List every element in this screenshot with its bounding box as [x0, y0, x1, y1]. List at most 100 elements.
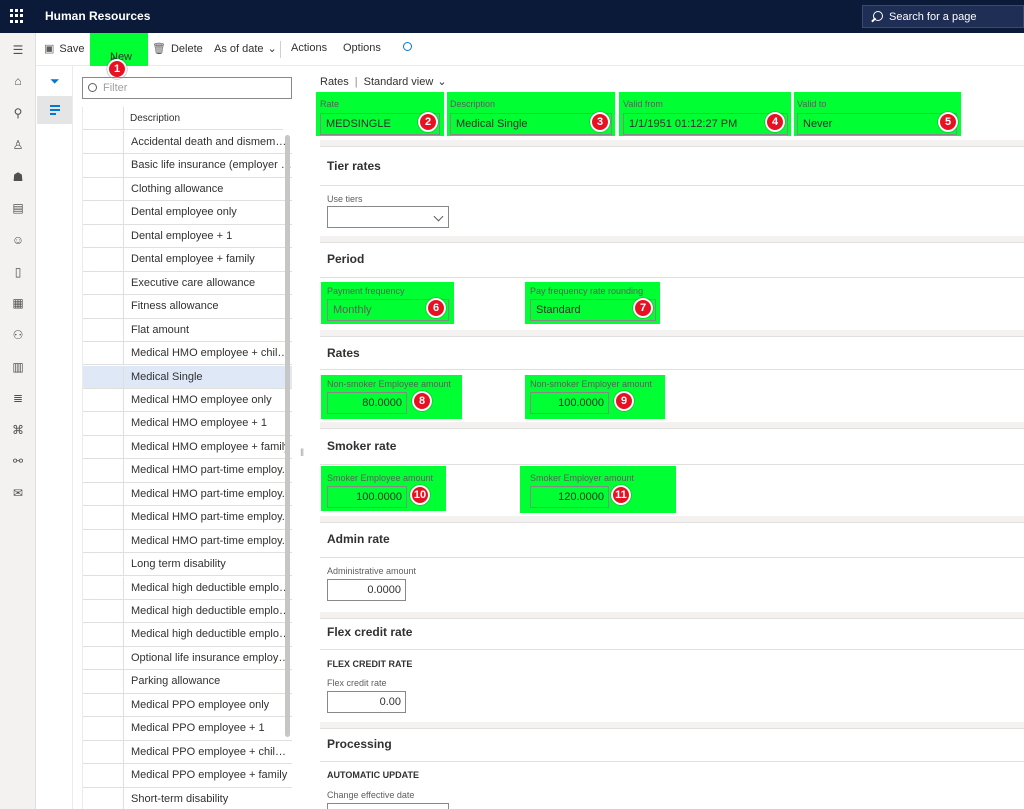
use-tiers-dropdown[interactable]	[327, 206, 449, 228]
view-selector[interactable]: Standard view	[364, 76, 434, 88]
table-row[interactable]: Medical high deductible employ...	[83, 623, 292, 647]
save-icon: ▣	[44, 43, 55, 55]
description-column-header[interactable]: Description	[123, 107, 283, 130]
table-row[interactable]: Parking allowance	[83, 670, 292, 694]
table-row[interactable]: Medical HMO employee + child...	[83, 342, 292, 366]
table-row[interactable]: Medical HMO part-time employ...	[83, 506, 292, 530]
processing-title[interactable]: Processing	[327, 737, 392, 751]
chevron-down-icon: ⌄	[267, 43, 277, 55]
card-icon[interactable]: ▦	[11, 296, 25, 310]
callout-badge-7: 7	[633, 298, 653, 318]
table-row[interactable]: Basic life insurance (employer p...	[83, 154, 292, 178]
table-row[interactable]: Medical high deductible employ...	[83, 576, 292, 600]
admin-rate-title[interactable]: Admin rate	[327, 532, 390, 546]
table-row[interactable]: Accidental death and dismembe...	[83, 131, 292, 155]
callout-badge-11: 11	[611, 485, 631, 505]
list-view-icon[interactable]	[37, 96, 72, 124]
library-icon[interactable]: ▥	[11, 360, 25, 374]
filter-funnel-icon[interactable]: ⏷	[50, 74, 60, 89]
table-row[interactable]: Clothing allowance	[83, 177, 292, 202]
breadcrumb-page[interactable]: Rates	[320, 76, 349, 88]
grid-header: Description	[83, 107, 283, 130]
flex-credit-rate-label: Flex credit rate	[327, 678, 387, 688]
change-effective-date-label: Change effective date	[327, 790, 415, 800]
table-row[interactable]: Medical HMO employee + 1	[83, 412, 292, 436]
table-row[interactable]: Flat amount	[83, 318, 292, 342]
hierarchy-icon[interactable]: ⚯	[11, 454, 25, 468]
pane-splitter[interactable]: ‖	[300, 448, 304, 459]
change-effective-date-field[interactable]	[327, 803, 449, 809]
valid-to-field[interactable]: Never	[797, 113, 957, 135]
table-row[interactable]: Dental employee + family	[83, 248, 292, 272]
options-button[interactable]: Options	[343, 42, 381, 54]
smoker-rate-title[interactable]: Smoker rate	[327, 439, 396, 453]
table-row[interactable]: Dental employee + 1	[83, 224, 292, 249]
flex-credit-title[interactable]: Flex credit rate	[327, 625, 412, 639]
valid-from-field[interactable]: 1/1/1951 01:12:27 PM	[623, 113, 788, 135]
home-icon[interactable]: ⌂	[11, 74, 25, 88]
description-field[interactable]: Medical Single	[450, 113, 612, 135]
table-row[interactable]: Short-term disability	[83, 787, 292, 809]
row-description: Medical PPO employee only	[123, 693, 292, 717]
smoker-employer-field[interactable]: 120.0000	[530, 486, 609, 508]
administrative-amount-field[interactable]: 0.0000	[327, 579, 406, 601]
smoker-employee-field[interactable]: 100.0000	[327, 486, 407, 508]
save-label: Save	[59, 43, 85, 55]
list-pane-rail: ⏷	[36, 66, 73, 809]
person-settings-icon[interactable]: ☺	[11, 233, 25, 247]
valid-to-label: Valid to	[797, 99, 827, 109]
org-people-icon[interactable]: ⚇	[11, 328, 25, 342]
tier-rates-title[interactable]: Tier rates	[327, 159, 381, 173]
people-icon[interactable]: ♙	[11, 138, 25, 152]
row-description: Medical HMO part-time employ...	[123, 459, 292, 482]
table-row[interactable]: Medical PPO employee + children	[83, 740, 292, 765]
toolbar-divider	[280, 41, 281, 58]
list-scrollbar[interactable]	[285, 135, 290, 737]
admin-rate-section: Admin rate Administrative amount 0.0000	[320, 522, 1024, 612]
clipboard-icon[interactable]: ▤	[11, 201, 25, 215]
toolbar-search-icon[interactable]	[403, 42, 412, 54]
period-title[interactable]: Period	[327, 252, 364, 266]
use-tiers-label: Use tiers	[327, 194, 363, 204]
table-row[interactable]: Dental employee only	[83, 201, 292, 225]
workflow-icon[interactable]: ⌘	[11, 423, 25, 437]
document-icon[interactable]: ▯	[11, 265, 25, 279]
actions-button[interactable]: Actions	[291, 42, 327, 54]
table-row[interactable]: Medical HMO part-time employ...	[83, 529, 292, 554]
workers-icon[interactable]: ⚲	[11, 106, 25, 120]
table-row[interactable]: Medical PPO employee + family	[83, 764, 292, 788]
save-button[interactable]: ▣ Save	[44, 42, 84, 55]
message-icon[interactable]: ✉	[11, 486, 25, 500]
nonsmoker-employee-field[interactable]: 80.0000	[327, 392, 407, 414]
search-page-box[interactable]: Search for a page	[862, 5, 1024, 28]
table-row[interactable]: Medical PPO employee + 1	[83, 717, 292, 741]
row-description: Fitness allowance	[123, 295, 292, 318]
table-row[interactable]: Optional life insurance employe...	[83, 646, 292, 671]
nonsmoker-employer-field[interactable]: 100.0000	[530, 392, 609, 414]
as-of-date-button[interactable]: As of date ⌄	[214, 42, 277, 55]
table-row[interactable]: Medical PPO employee only	[83, 693, 292, 718]
hamburger-menu-icon[interactable]: ☰	[11, 43, 25, 57]
flex-credit-section: Flex credit rate FLEX CREDIT RATE Flex c…	[320, 618, 1024, 722]
smoker-employee-label: Smoker Employee amount	[327, 473, 434, 483]
table-row[interactable]: Medical HMO part-time employ...	[83, 459, 292, 483]
rates-title[interactable]: Rates	[327, 346, 360, 360]
row-description: Medical HMO employee only	[123, 388, 292, 412]
table-row[interactable]: Fitness allowance	[83, 295, 292, 319]
list-filter-input[interactable]: Filter	[82, 77, 292, 99]
table-row[interactable]: Long term disability	[83, 553, 292, 577]
row-description: Clothing allowance	[123, 177, 292, 201]
app-launcher-icon[interactable]	[10, 9, 24, 23]
table-row[interactable]: Medical Single	[83, 365, 292, 389]
list-icon[interactable]: ≣	[11, 391, 25, 405]
flex-credit-rate-field[interactable]: 0.00	[327, 691, 406, 713]
table-row[interactable]: Executive care allowance	[83, 271, 292, 296]
team-icon[interactable]: ☗	[11, 170, 25, 184]
table-row[interactable]: Medical HMO employee + family	[83, 435, 292, 460]
processing-section: Processing AUTOMATIC UPDATE Change effec…	[320, 728, 1024, 809]
delete-button[interactable]: 🗑 Delete	[152, 42, 203, 55]
table-row[interactable]: Medical high deductible employ...	[83, 600, 292, 624]
table-row[interactable]: Medical HMO part-time employ...	[83, 482, 292, 507]
table-row[interactable]: Medical HMO employee only	[83, 388, 292, 413]
flex-credit-subheading: FLEX CREDIT RATE	[327, 659, 413, 669]
